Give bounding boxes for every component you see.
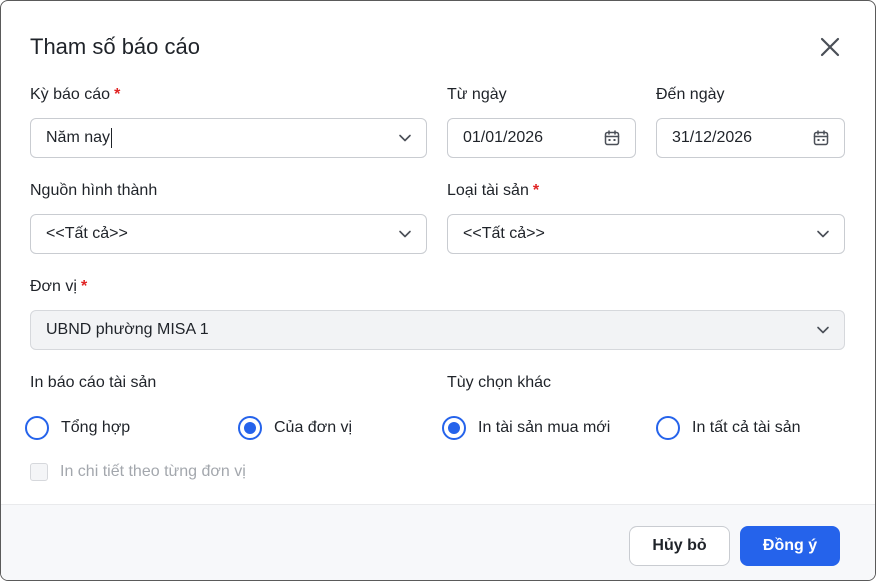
detail-by-unit-checkbox-row: In chi tiết theo từng đơn vị [30,463,246,481]
funding-source-value: <<Tất cả>> [46,225,128,242]
print-report-label: In báo cáo tài sản [30,374,157,391]
radio-circle-selected[interactable] [442,416,466,440]
funding-source-label: Nguồn hình thành [30,182,158,199]
cancel-button[interactable]: Hủy bỏ [629,526,730,566]
calendar-icon[interactable] [603,129,621,147]
dialog-footer: Hủy bỏ Đồng ý [1,504,875,580]
from-date-value: 01/01/2026 [463,129,544,146]
to-date-value: 31/12/2026 [672,129,753,146]
from-date-label: Từ ngày [447,86,507,103]
period-label: Kỳ báo cáo * [30,86,121,103]
close-icon [820,37,840,57]
radio-circle[interactable] [25,416,49,440]
unit-label: Đơn vị * [30,278,88,295]
report-params-dialog: Tham số báo cáo Kỳ báo cáo * Năm nay Từ n… [0,0,876,581]
asset-type-label: Loại tài sản * [447,182,540,199]
to-date-label: Đến ngày [656,86,725,103]
ok-button[interactable]: Đồng ý [740,526,840,566]
period-value: Năm nay [46,129,111,147]
calendar-icon[interactable] [812,129,830,147]
radio-by-unit[interactable]: Của đơn vị [238,416,352,440]
close-button[interactable] [816,33,844,61]
unit-select[interactable]: UBND phường MISA 1 [30,310,845,350]
radio-all-assets[interactable]: In tất cả tài sản [656,416,801,440]
radio-circle-selected[interactable] [238,416,262,440]
radio-circle[interactable] [656,416,680,440]
radio-new-assets[interactable]: In tài sản mua mới [442,416,610,440]
from-date-input[interactable]: 01/01/2026 [447,118,636,158]
required-mark: * [114,86,121,103]
asset-type-value: <<Tất cả>> [463,225,545,242]
text-caret [111,128,113,148]
chevron-down-icon [399,230,411,238]
chevron-down-icon [817,230,829,238]
dialog-title: Tham số báo cáo [30,34,200,59]
radio-summary[interactable]: Tổng hợp [25,416,130,440]
asset-type-select[interactable]: <<Tất cả>> [447,214,845,254]
unit-value: UBND phường MISA 1 [46,321,209,338]
detail-by-unit-label: In chi tiết theo từng đơn vị [60,463,246,480]
detail-by-unit-checkbox[interactable] [30,463,48,481]
to-date-input[interactable]: 31/12/2026 [656,118,845,158]
period-select[interactable]: Năm nay [30,118,427,158]
funding-source-select[interactable]: <<Tất cả>> [30,214,427,254]
required-mark: * [80,278,88,295]
chevron-down-icon [399,134,411,142]
required-mark: * [532,182,540,199]
chevron-down-icon [817,326,829,334]
other-options-label: Tùy chọn khác [447,374,552,391]
